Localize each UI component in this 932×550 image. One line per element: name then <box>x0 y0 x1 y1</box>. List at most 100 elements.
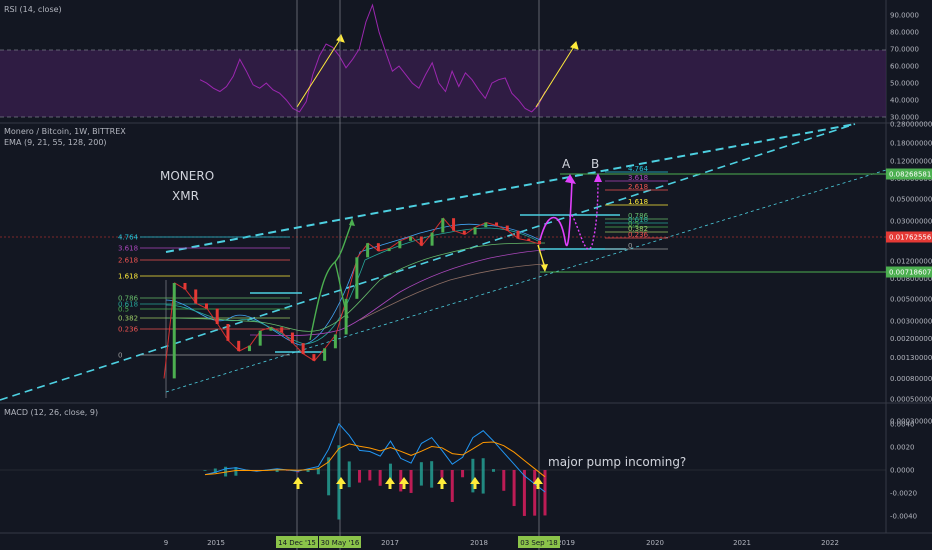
rsi-axis-tick-label: 80.0000 <box>890 29 919 37</box>
macd-histogram-bar <box>409 470 413 493</box>
rsi-title: RSI (14, close) <box>4 5 62 14</box>
price-tag-label: 0.01762556 <box>889 234 932 242</box>
comment-label: major pump incoming? <box>548 455 686 469</box>
fib-left-level-label: 0.382 <box>118 315 138 323</box>
price-tag-label: 0.08268581 <box>889 171 931 179</box>
fib-right-level-label: 3.618 <box>628 174 648 182</box>
price-candle <box>355 257 359 299</box>
price-axis-tick-label: 0.01200000 <box>890 257 932 265</box>
price-candle <box>462 230 466 235</box>
price-axis-tick-label: 0.18000000 <box>890 140 932 148</box>
price-candle <box>280 327 284 333</box>
macd-histogram-bar <box>481 458 485 494</box>
price-candle <box>376 243 380 252</box>
rsi-axis-tick-label: 90.0000 <box>890 12 919 20</box>
price-axis-tick-label: 0.28000000 <box>890 121 932 129</box>
macd-buy-arrow-shaft <box>402 484 406 489</box>
price-axis-tick-label: 0.00200000 <box>890 335 932 343</box>
time-axis-label: 2018 <box>470 539 488 547</box>
fib-right-level-label: 1.618 <box>628 198 648 206</box>
fib-left-level-label: 3.618 <box>118 245 138 253</box>
macd-histogram-bar <box>430 461 434 488</box>
macd-buy-arrow-shaft <box>296 484 300 489</box>
price-axis-tick-label: 0.00050000 <box>890 395 932 403</box>
time-axis-label: 2015 <box>207 539 225 547</box>
macd-buy-arrow-shaft <box>473 484 477 489</box>
macd-buy-arrow-shaft <box>536 484 540 489</box>
macd-histogram-bar <box>347 461 351 488</box>
price-candle <box>333 334 337 349</box>
price-axis-tick-label: 0.00080000 <box>890 375 932 383</box>
fib-right-level-label: 0 <box>628 242 632 250</box>
price-candle <box>269 327 273 331</box>
coin-name-label: MONERO <box>160 169 214 183</box>
macd-histogram-bar <box>368 470 372 481</box>
macd-buy-arrow-shaft <box>339 484 343 489</box>
fib-left-level-label: 1.618 <box>118 273 138 281</box>
price-candle <box>516 230 520 239</box>
time-highlight-label: 30 May '16 <box>321 539 360 547</box>
price-axis-tick-label: 0.12000000 <box>890 157 932 165</box>
time-highlight-label: 03 Sep '18 <box>520 539 557 547</box>
price-candle <box>505 225 509 231</box>
price-axis-tick-label: 0.00500000 <box>890 295 932 303</box>
price-candle <box>323 348 327 361</box>
price-candle <box>226 323 230 341</box>
macd-title: MACD (12, 26, close, 9) <box>4 408 98 417</box>
price-title: Monero / Bitcoin, 1W, BITTREX <box>4 127 126 136</box>
price-candle <box>366 243 370 258</box>
price-candle <box>441 218 445 233</box>
price-candle <box>387 248 391 252</box>
rsi-axis-tick-label: 50.0000 <box>890 80 919 88</box>
price-candle <box>247 345 251 352</box>
fib-right-level-label: 2.618 <box>628 183 648 191</box>
macd-histogram-bar <box>512 470 516 507</box>
price-candle <box>312 354 316 361</box>
price-candle <box>183 282 187 290</box>
macd-histogram-bar <box>461 470 465 478</box>
fib-left-level-label: 0.5 <box>118 306 129 314</box>
price-axis-tick-label: 0.00130000 <box>890 354 932 362</box>
time-axis-label: 2020 <box>646 539 664 547</box>
time-axis-label: 2017 <box>381 539 399 547</box>
time-axis-label: 2021 <box>733 539 751 547</box>
scenario-b-label: B <box>591 157 599 171</box>
macd-buy-arrow-shaft <box>388 484 392 489</box>
price-axis-tick-label: 0.03000000 <box>890 218 932 226</box>
price-axis-tick-label: 0.00300000 <box>890 318 932 326</box>
price-candle <box>398 240 402 249</box>
price-candle <box>473 227 477 235</box>
macd-buy-arrow-shaft <box>440 484 444 489</box>
macd-histogram-bar <box>419 462 423 486</box>
price-candle <box>258 330 262 346</box>
time-axis-label: 9 <box>164 539 168 547</box>
price-candle <box>172 282 176 379</box>
macd-histogram-bar <box>358 470 362 483</box>
rsi-band <box>0 50 886 117</box>
price-candle <box>301 343 305 355</box>
macd-axis-tick-label: -0.0020 <box>890 490 917 498</box>
macd-axis-tick-label: 0.0040 <box>890 420 915 428</box>
time-axis-label: 2022 <box>821 539 839 547</box>
price-candle <box>215 308 219 324</box>
fib-left-level-label: 0 <box>118 352 122 360</box>
rsi-axis-tick-label: 70.0000 <box>890 46 919 54</box>
price-candle <box>495 222 499 226</box>
price-candle <box>452 218 456 231</box>
price-axis-tick-label: 0.05000000 <box>890 195 932 203</box>
macd-histogram-bar <box>378 470 382 486</box>
macd-histogram-bar <box>543 470 547 516</box>
fib-left-level-label: 4.764 <box>118 234 139 242</box>
price-candle <box>527 238 531 241</box>
macd-histogram-bar <box>450 470 454 502</box>
macd-axis-tick-label: -0.0040 <box>890 513 917 521</box>
macd-histogram-bar <box>203 470 207 471</box>
price-candle <box>290 332 294 344</box>
macd-histogram-bar <box>491 469 495 472</box>
price-candle <box>484 222 488 228</box>
price-candle <box>430 232 434 246</box>
price-candle <box>204 303 208 309</box>
price-candle <box>538 240 541 245</box>
tradingview-chart: RSI (14, close) 90.0000 80.0000 70.0000 60.… <box>0 0 932 550</box>
rsi-axis-tick-label: 60.0000 <box>890 63 919 71</box>
